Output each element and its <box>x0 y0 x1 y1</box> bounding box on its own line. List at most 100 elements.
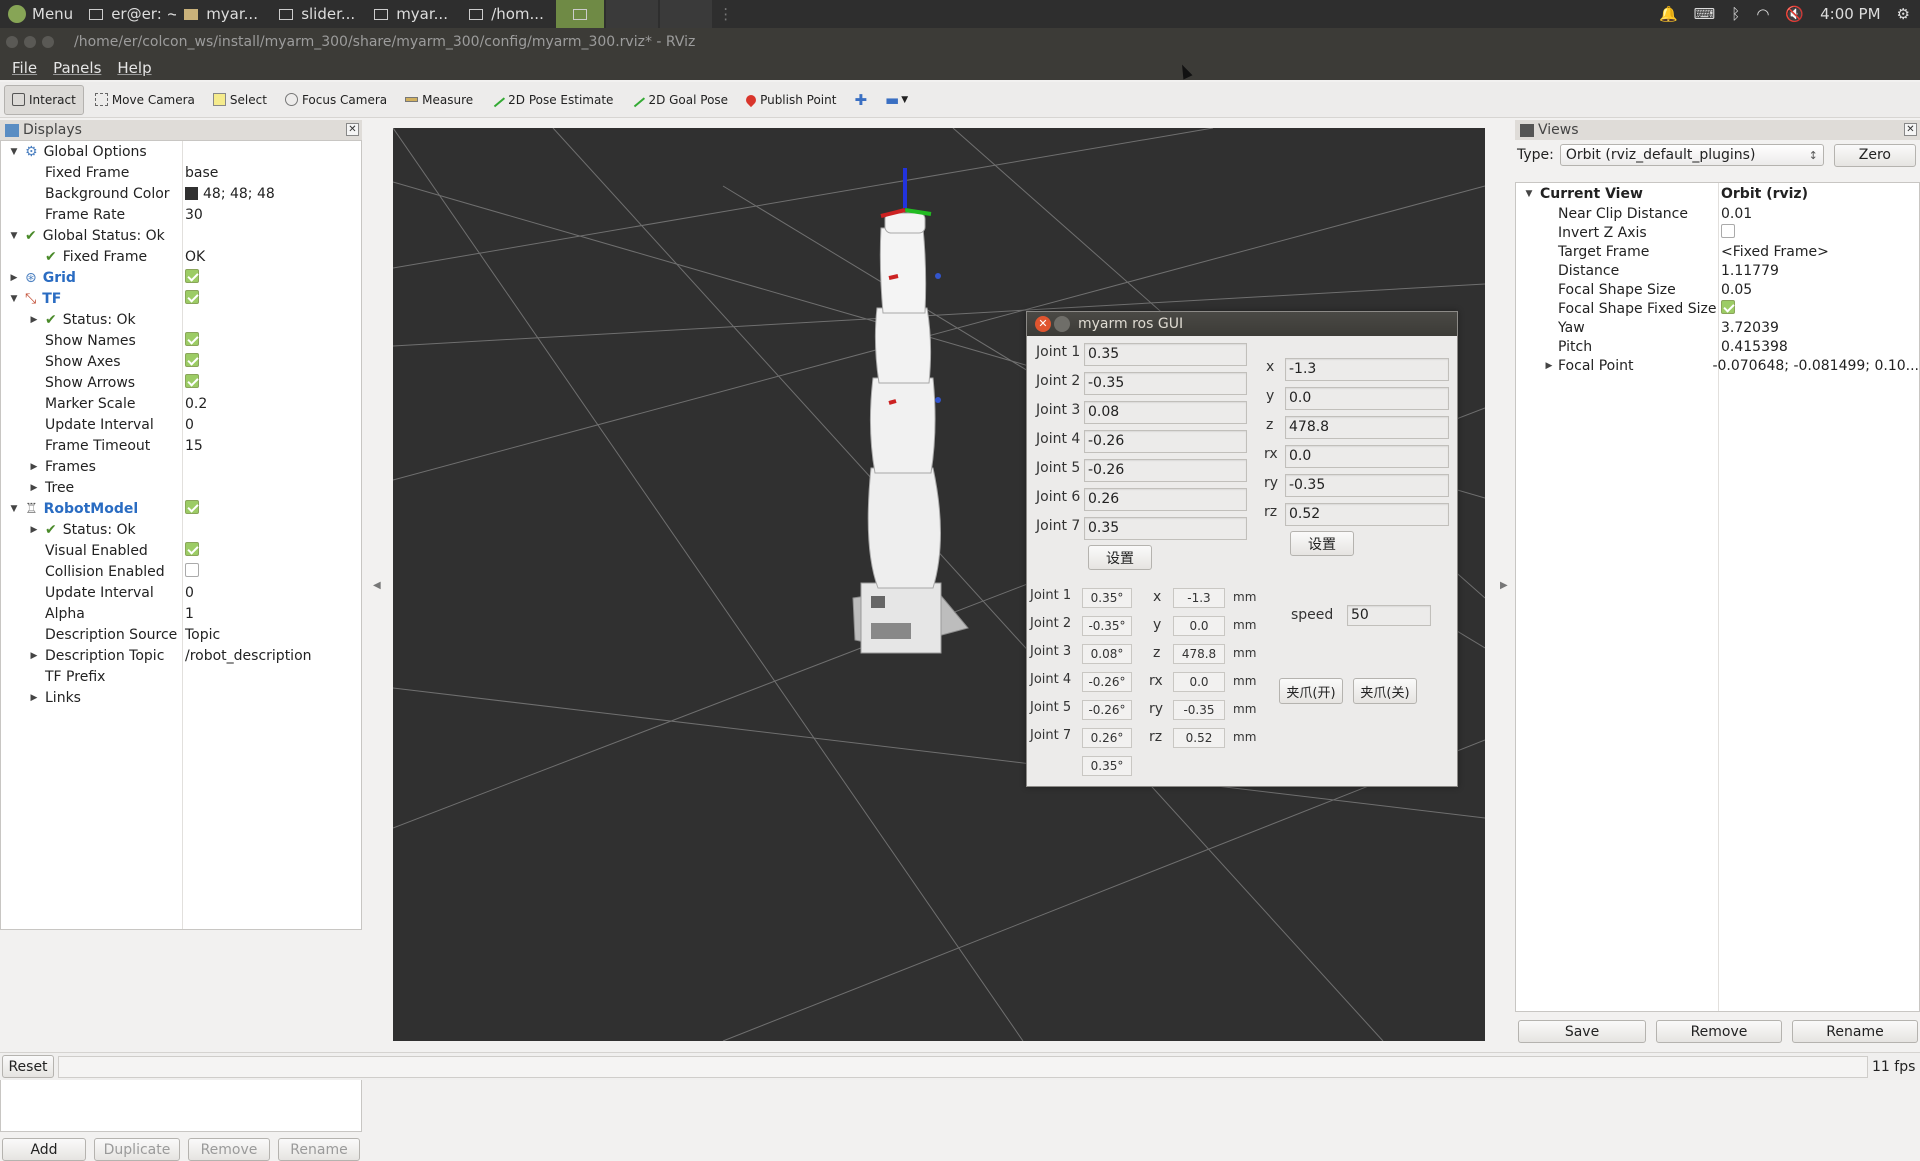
tree-value[interactable]: 48; 48; 48 <box>203 186 275 202</box>
tree-row-links[interactable]: ▶ Links <box>1 687 361 708</box>
volume-muted-icon[interactable]: 🔇 <box>1785 5 1804 23</box>
notification-bell-icon[interactable]: 🔔 <box>1659 5 1678 23</box>
window-close-button[interactable] <box>6 36 18 48</box>
tree-value[interactable]: 0.05 <box>1718 282 1752 298</box>
tree-value[interactable]: base <box>182 165 218 181</box>
visual-enabled-checkbox[interactable] <box>185 541 199 556</box>
invert-z-checkbox[interactable] <box>1721 223 1735 238</box>
tree-value[interactable]: 1 <box>182 606 194 622</box>
y-input[interactable]: 0.0 <box>1285 387 1449 410</box>
tree-row-yaw[interactable]: Yaw 3.72039 <box>1516 318 1919 337</box>
ry-input[interactable]: -0.35 <box>1285 474 1449 497</box>
tree-row-status-fixed-frame[interactable]: ✔ Fixed Frame OK <box>1 246 361 267</box>
start-menu-button[interactable]: Menu <box>0 0 81 28</box>
expand-arrow-icon[interactable]: ▶ <box>29 483 39 493</box>
taskbar-item-active-rviz[interactable] <box>556 0 605 28</box>
tree-row-invert-z[interactable]: Invert Z Axis <box>1516 223 1919 242</box>
expand-arrow-icon[interactable]: ▶ <box>29 693 39 703</box>
tree-row-tree[interactable]: ▶ Tree <box>1 477 361 498</box>
expand-arrow-icon[interactable]: ▼ <box>9 294 19 304</box>
close-icon[interactable]: ✕ <box>1904 123 1917 136</box>
measure-tool[interactable]: Measure <box>398 85 480 115</box>
color-swatch[interactable] <box>185 187 198 200</box>
remove-display-button[interactable]: Remove <box>188 1138 270 1161</box>
tree-row-collision-enabled[interactable]: Collision Enabled <box>1 561 361 582</box>
collapse-right-panel-icon[interactable]: ▶ <box>1500 580 1508 591</box>
grid-enabled-checkbox[interactable] <box>185 268 199 283</box>
taskbar-item-folder[interactable]: myar... <box>176 0 271 28</box>
rename-view-button[interactable]: Rename <box>1792 1020 1918 1043</box>
tree-row-tf-prefix[interactable]: TF Prefix <box>1 666 361 687</box>
taskbar-item-empty[interactable] <box>660 0 713 28</box>
joint-4-input[interactable]: -0.26 <box>1084 430 1247 453</box>
tree-row-background-color[interactable]: Background Color 48; 48; 48 <box>1 183 361 204</box>
expand-arrow-icon[interactable]: ▼ <box>9 231 19 241</box>
show-names-checkbox[interactable] <box>185 331 199 346</box>
save-view-button[interactable]: Save <box>1518 1020 1646 1043</box>
add-tool-button[interactable]: ✚ <box>847 85 874 115</box>
tree-row-near-clip[interactable]: Near Clip Distance 0.01 <box>1516 204 1919 223</box>
speed-input[interactable]: 50 <box>1347 605 1431 626</box>
tree-row-show-names[interactable]: Show Names <box>1 330 361 351</box>
tree-row-global-options[interactable]: ▼ ⚙ Global Options <box>1 141 361 162</box>
window-maximize-button[interactable] <box>42 36 54 48</box>
tree-row-distance[interactable]: Distance 1.11779 <box>1516 261 1919 280</box>
tree-value[interactable]: 1.11779 <box>1718 263 1779 279</box>
tree-row-tf-status[interactable]: ▶ ✔ Status: Ok <box>1 309 361 330</box>
publish-point-tool[interactable]: Publish Point <box>739 85 843 115</box>
tree-row-rm-update-interval[interactable]: Update Interval 0 <box>1 582 361 603</box>
gripper-open-button[interactable]: 夹爪(开) <box>1279 678 1343 704</box>
menu-panels[interactable]: Panels <box>53 59 101 77</box>
tree-row-global-status[interactable]: ▼ ✔ Global Status: Ok <box>1 225 361 246</box>
gripper-close-button[interactable]: 夹爪(关) <box>1353 678 1417 704</box>
tree-value[interactable]: 0.415398 <box>1718 339 1788 355</box>
joint-7-input[interactable]: 0.35 <box>1084 517 1247 540</box>
tree-value[interactable]: Topic <box>182 627 220 643</box>
tree-row-description-source[interactable]: Description Source Topic <box>1 624 361 645</box>
remove-view-button[interactable]: Remove <box>1656 1020 1782 1043</box>
keyboard-icon[interactable]: ⌨ <box>1694 5 1716 23</box>
x-input[interactable]: -1.3 <box>1285 358 1449 381</box>
expand-arrow-icon[interactable]: ▼ <box>9 504 19 514</box>
goal-pose-tool[interactable]: 2D Goal Pose <box>624 85 735 115</box>
tree-row-rm-status[interactable]: ▶ ✔ Status: Ok <box>1 519 361 540</box>
collapse-left-panel-icon[interactable]: ◀ <box>373 580 381 591</box>
z-input[interactable]: 478.8 <box>1285 416 1449 439</box>
tree-row-focal-fixed[interactable]: Focal Shape Fixed Size <box>1516 299 1919 318</box>
joint-1-input[interactable]: 0.35 <box>1084 343 1247 366</box>
tree-row-grid[interactable]: ▶ ⊛ Grid <box>1 267 361 288</box>
focal-fixed-checkbox[interactable] <box>1721 299 1735 314</box>
expand-arrow-icon[interactable]: ▶ <box>29 462 39 472</box>
taskbar-item-editor[interactable]: slider... <box>271 0 366 28</box>
robot-model-enabled-checkbox[interactable] <box>185 499 199 514</box>
expand-arrow-icon[interactable]: ▶ <box>29 315 39 325</box>
tree-value[interactable]: 3.72039 <box>1718 320 1779 336</box>
rz-input[interactable]: 0.52 <box>1285 503 1449 526</box>
menu-file[interactable]: File <box>12 59 37 77</box>
view-type-select[interactable]: Orbit (rviz_default_plugins) <box>1559 144 1824 166</box>
zero-button[interactable]: Zero <box>1833 143 1916 167</box>
tree-row-description-topic[interactable]: ▶ Description Topic/robot_description <box>1 645 361 666</box>
tree-row-tf[interactable]: ▼ ⤡ TF <box>1 288 361 309</box>
tree-row-alpha[interactable]: Alpha 1 <box>1 603 361 624</box>
gui-minimize-button[interactable] <box>1054 316 1070 332</box>
tree-row-frame-rate[interactable]: Frame Rate 30 <box>1 204 361 225</box>
tree-value[interactable]: <Fixed Frame> <box>1718 244 1829 260</box>
tree-value[interactable]: -0.070648; -0.081499; 0.10... <box>1709 358 1919 374</box>
interact-tool[interactable]: Interact <box>4 84 84 115</box>
menu-help[interactable]: Help <box>117 59 151 77</box>
tree-value[interactable]: /robot_description <box>182 648 312 664</box>
tree-value[interactable]: 0 <box>182 585 194 601</box>
tree-value[interactable]: 0 <box>182 417 194 433</box>
tree-row-visual-enabled[interactable]: Visual Enabled <box>1 540 361 561</box>
wifi-icon[interactable]: ◠ <box>1756 5 1769 23</box>
expand-arrow-icon[interactable]: ▼ <box>1524 189 1534 199</box>
tree-value[interactable]: 30 <box>182 207 203 223</box>
pose-estimate-tool[interactable]: 2D Pose Estimate <box>484 85 620 115</box>
tree-row-show-axes[interactable]: Show Axes <box>1 351 361 372</box>
expand-arrow-icon[interactable]: ▶ <box>9 273 19 283</box>
tree-value[interactable]: 0.2 <box>182 396 207 412</box>
joint-5-input[interactable]: -0.26 <box>1084 459 1247 482</box>
close-icon[interactable]: ✕ <box>346 123 359 136</box>
window-minimize-button[interactable] <box>24 36 36 48</box>
